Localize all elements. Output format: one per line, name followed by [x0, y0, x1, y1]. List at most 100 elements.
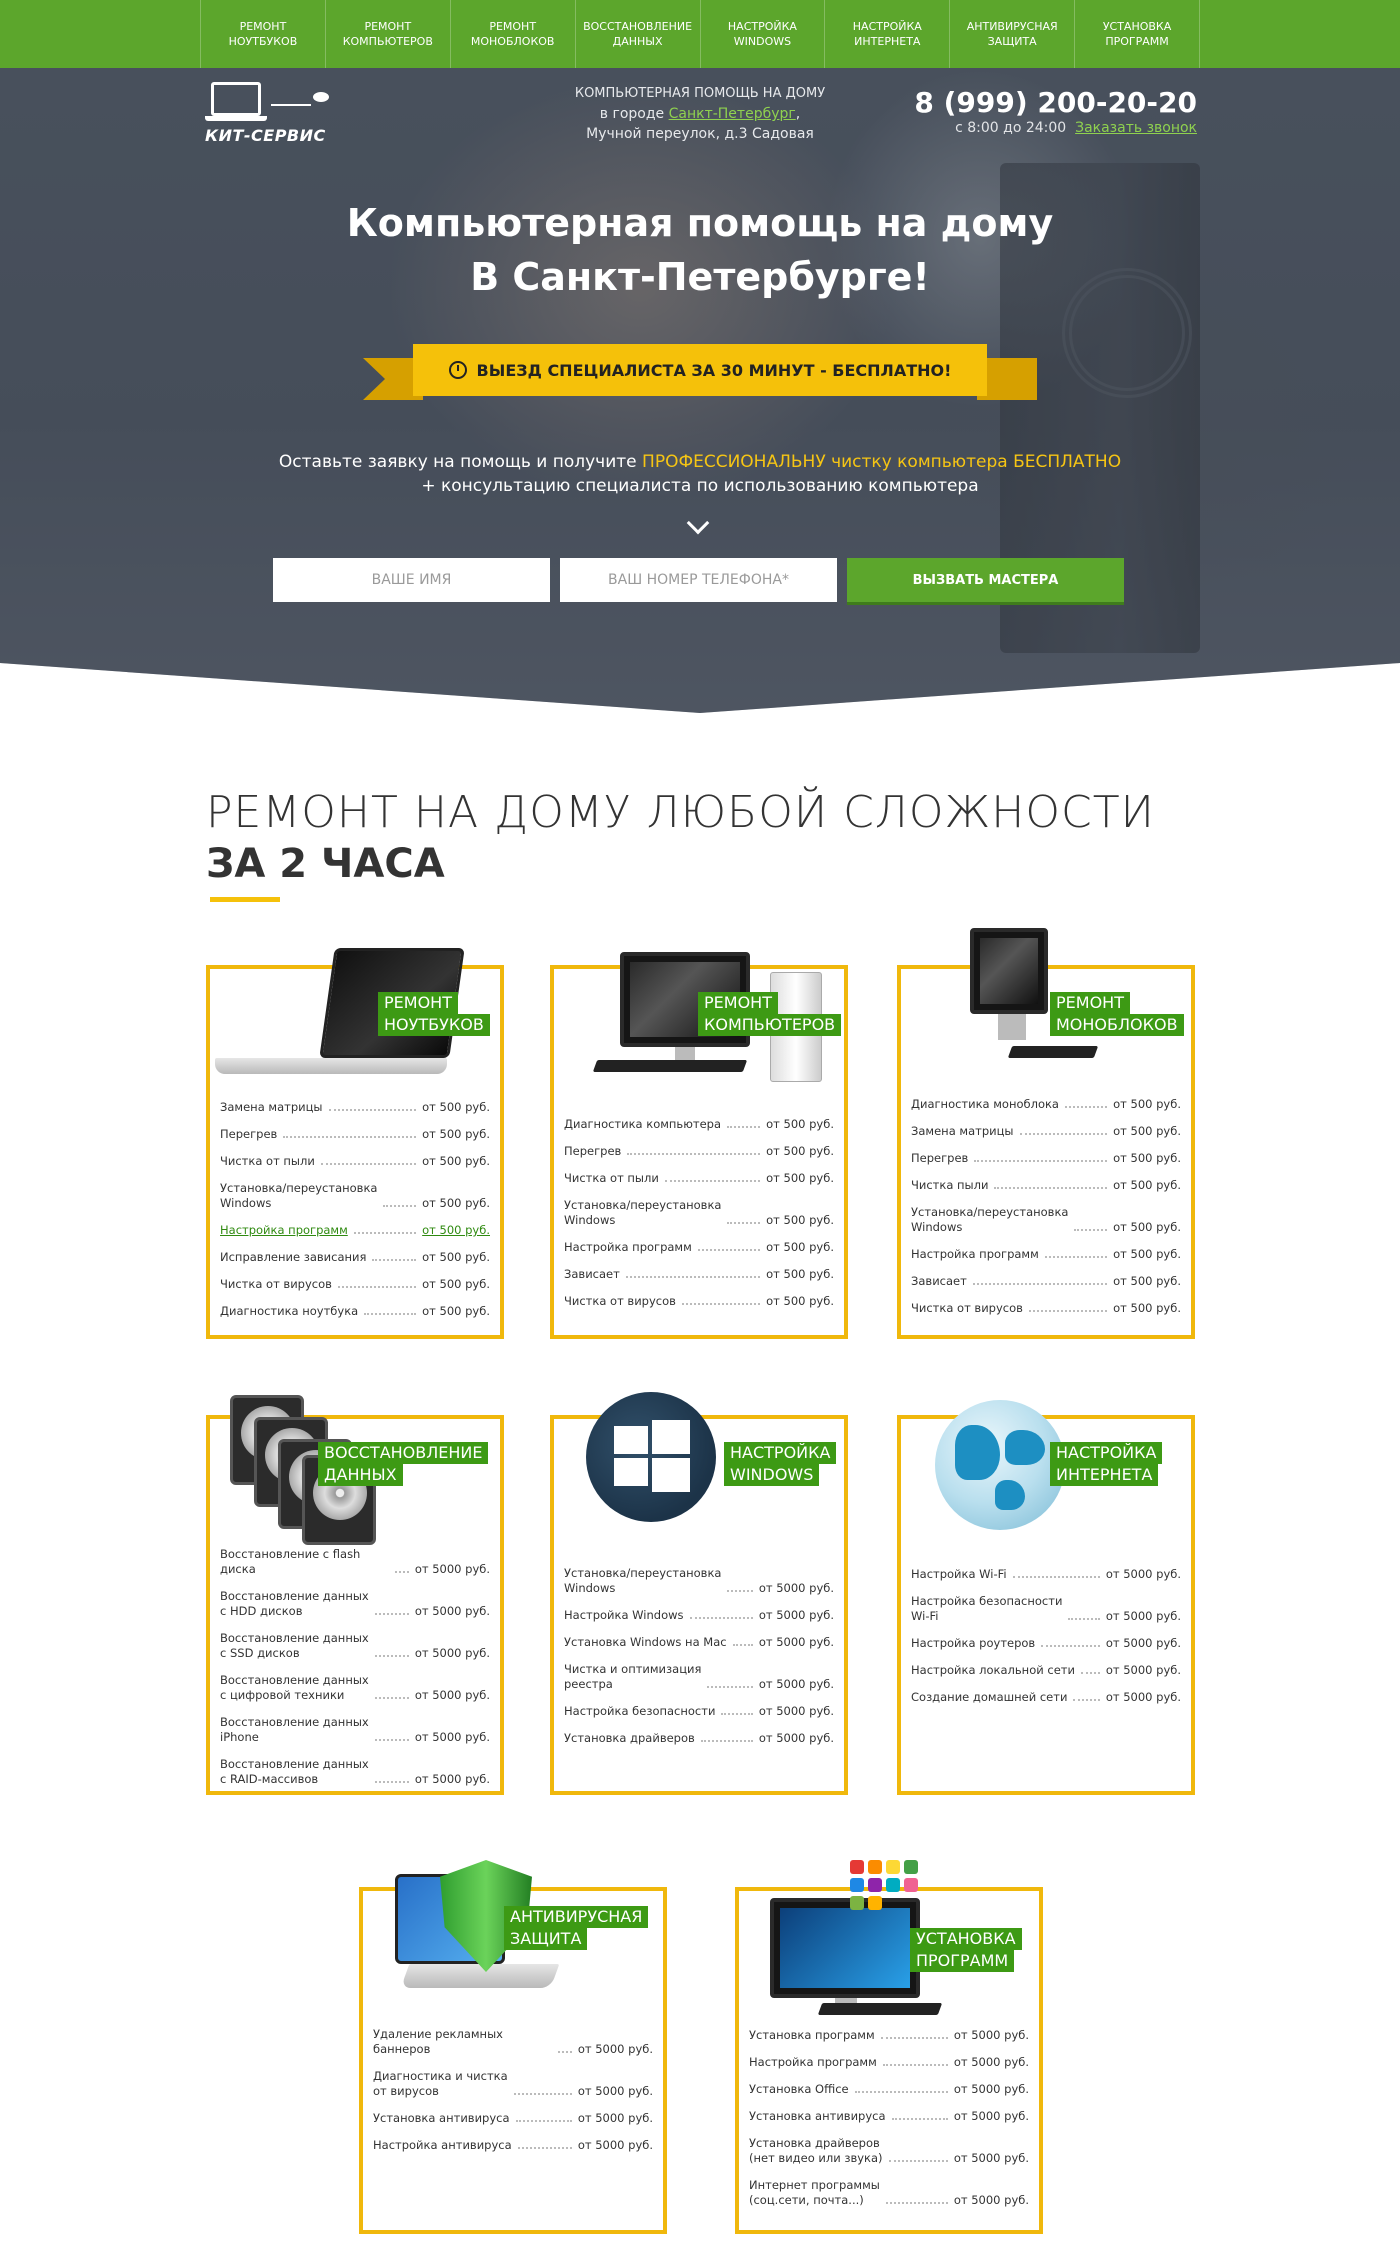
- price-row[interactable]: Зависает от 500 руб.: [911, 1274, 1181, 1289]
- card-tag-4[interactable]: НАСТРОЙКА WINDOWS: [724, 1442, 837, 1486]
- price-row[interactable]: Удаление рекламных баннеров от 5000 руб.: [373, 2027, 653, 2057]
- nav-item-2[interactable]: Ремонт моноблоков: [451, 0, 576, 68]
- card-tag-6[interactable]: АНТИВИРУСНАЯ ЗАЩИТА: [504, 1906, 649, 1950]
- dotted-leader: [515, 2120, 572, 2122]
- nav-item-7[interactable]: Установка программ: [1075, 0, 1200, 68]
- service-name: Исправление зависания: [220, 1250, 367, 1264]
- card-tag-line: АНТИВИРУСНАЯ: [504, 1906, 649, 1928]
- phone-number[interactable]: 8 (999) 200-20-20: [914, 86, 1197, 120]
- city-link[interactable]: Санкт-Петербург: [669, 106, 796, 122]
- price-row[interactable]: Чистка от вирусов от 500 руб.: [220, 1277, 490, 1292]
- phone-input[interactable]: [560, 558, 837, 602]
- card-tag-0[interactable]: РЕМОНТ НОУТБУКОВ: [378, 992, 490, 1036]
- price-row[interactable]: Настройка Wi-Fi от 5000 руб.: [911, 1567, 1181, 1582]
- price-row[interactable]: Замена матрицы от 500 руб.: [220, 1100, 490, 1115]
- callback-link[interactable]: Заказать звонок: [1075, 120, 1197, 136]
- card-tag-2[interactable]: РЕМОНТ МОНОБЛОКОВ: [1050, 992, 1184, 1036]
- dotted-leader: [1041, 1645, 1100, 1647]
- service-name: Диагностика ноутбука: [220, 1304, 359, 1318]
- price-row[interactable]: Диагностика моноблока от 500 руб.: [911, 1097, 1181, 1112]
- price-list-0: Замена матрицы от 500 руб. Перегрев от 500 …: [220, 1100, 490, 1331]
- dotted-leader: [1019, 1133, 1108, 1135]
- card-tag-text: МОНОБЛОКОВ: [1050, 1014, 1184, 1036]
- card-tag-1[interactable]: РЕМОНТ КОМПЬЮТЕРОВ: [698, 992, 842, 1036]
- card-tag-5[interactable]: НАСТРОЙКА ИНТЕРНЕТА: [1050, 1442, 1163, 1486]
- service-price: от 500 руб.: [422, 1223, 490, 1237]
- nav-item-3[interactable]: Восстановление данных: [576, 0, 701, 68]
- price-row[interactable]: Чистка от пыли от 500 руб.: [564, 1171, 834, 1186]
- price-row[interactable]: Настройка роутеров от 5000 руб.: [911, 1636, 1181, 1651]
- price-row[interactable]: Перегрев от 500 руб.: [564, 1144, 834, 1159]
- price-row[interactable]: Настройка локальной сети от 5000 руб.: [911, 1663, 1181, 1678]
- price-list-5: Настройка Wi-Fi от 5000 руб. Настройка без…: [911, 1567, 1181, 1717]
- price-row[interactable]: Установка/переустановка Windows от 500 ру…: [564, 1198, 834, 1228]
- price-row[interactable]: Зависает от 500 руб.: [564, 1267, 834, 1282]
- address-city-line: в городе Санкт-Петербург,: [540, 104, 860, 124]
- price-row[interactable]: Замена матрицы от 500 руб.: [911, 1124, 1181, 1139]
- nav-item-6[interactable]: Антивирусная защита: [950, 0, 1076, 68]
- call-master-button[interactable]: ВЫЗВАТЬ МАСТЕРА: [847, 558, 1124, 602]
- dotted-leader: [394, 1571, 409, 1573]
- price-row[interactable]: Диагностика и чистка от вирусов от 5000 р…: [373, 2069, 653, 2099]
- price-row[interactable]: Перегрев от 500 руб.: [911, 1151, 1181, 1166]
- card-tag-text: НАСТРОЙКА: [1050, 1442, 1163, 1464]
- name-input[interactable]: [273, 558, 550, 602]
- dotted-leader: [727, 1126, 761, 1128]
- price-row[interactable]: Установка драйверов (нет видео или звука…: [749, 2136, 1029, 2166]
- price-row[interactable]: Перегрев от 500 руб.: [220, 1127, 490, 1142]
- price-row[interactable]: Интернет программы (соц.сети, почта...) о…: [749, 2178, 1029, 2208]
- price-row[interactable]: Настройка программ от 500 руб.: [564, 1240, 834, 1255]
- price-row[interactable]: Восстановление данных iPhone от 5000 руб.: [220, 1715, 490, 1745]
- service-price: от 500 руб.: [1113, 1274, 1181, 1288]
- card-tag-3[interactable]: ВОССТАНОВЛЕНИЕ ДАННЫХ: [318, 1442, 489, 1486]
- service-name: Зависает: [911, 1274, 967, 1288]
- service-name: Установка антивируса: [373, 2111, 510, 2125]
- price-row[interactable]: Чистка пыли от 500 руб.: [911, 1178, 1181, 1193]
- price-row[interactable]: Исправление зависания от 500 руб.: [220, 1250, 490, 1265]
- price-row[interactable]: Чистка от вирусов от 500 руб.: [911, 1301, 1181, 1316]
- price-row[interactable]: Установка Office от 5000 руб.: [749, 2082, 1029, 2097]
- dotted-leader: [727, 1222, 761, 1224]
- price-row[interactable]: Диагностика компьютера от 500 руб.: [564, 1117, 834, 1132]
- service-name: Установка драйверов: [564, 1731, 695, 1745]
- price-row[interactable]: Чистка от вирусов от 500 руб.: [564, 1294, 834, 1309]
- price-row[interactable]: Создание домашней сети от 5000 руб.: [911, 1690, 1181, 1705]
- price-row[interactable]: Восстановление с flash диска от 5000 руб.: [220, 1547, 490, 1577]
- service-price: от 500 руб.: [766, 1117, 834, 1131]
- price-row[interactable]: Установка драйверов от 5000 руб.: [564, 1731, 834, 1746]
- price-row[interactable]: Установка Windows на Mac от 5000 руб.: [564, 1635, 834, 1650]
- price-row[interactable]: Настройка программ от 500 руб.: [911, 1247, 1181, 1262]
- dotted-leader: [627, 1153, 761, 1155]
- card-tag-7[interactable]: УСТАНОВКА ПРОГРАММ: [910, 1928, 1022, 1972]
- price-row[interactable]: Чистка от пыли от 500 руб.: [220, 1154, 490, 1169]
- nav-item-1[interactable]: Ремонт компьютеров: [326, 0, 451, 68]
- dotted-leader: [374, 1781, 409, 1783]
- price-row[interactable]: Настройка безопасности от 5000 руб.: [564, 1704, 834, 1719]
- price-row[interactable]: Настройка Windows от 5000 руб.: [564, 1608, 834, 1623]
- service-name: Настройка Windows: [564, 1608, 684, 1622]
- price-row[interactable]: Настройка программ от 500 руб.: [220, 1223, 490, 1238]
- price-row[interactable]: Восстановление данных с RAID-массивов от …: [220, 1757, 490, 1787]
- windows-pane-3: [614, 1458, 648, 1486]
- nav-item-4[interactable]: Настройка Windows: [701, 0, 826, 68]
- price-row[interactable]: Восстановление данных с SSD дисков от 500…: [220, 1631, 490, 1661]
- price-row[interactable]: Установка/переустановка Windows от 500 ру…: [220, 1181, 490, 1211]
- price-row[interactable]: Настройка безопасности Wi-Fi от 5000 руб.: [911, 1594, 1181, 1624]
- price-row[interactable]: Диагностика ноутбука от 500 руб.: [220, 1304, 490, 1319]
- price-row[interactable]: Настройка антивируса от 5000 руб.: [373, 2138, 653, 2153]
- price-row[interactable]: Чистка и оптимизация реестра от 5000 руб.: [564, 1662, 834, 1692]
- price-list-3: Восстановление с flash диска от 5000 руб.…: [220, 1547, 490, 1799]
- price-row[interactable]: Установка программ от 5000 руб.: [749, 2028, 1029, 2043]
- dotted-leader: [1064, 1106, 1108, 1108]
- price-row[interactable]: Настройка программ от 5000 руб.: [749, 2055, 1029, 2070]
- service-name: Удаление рекламных баннеров: [373, 2027, 503, 2056]
- price-row[interactable]: Восстановление данных с цифровой техники…: [220, 1673, 490, 1703]
- nav-item-5[interactable]: Настройка интернета: [825, 0, 951, 68]
- price-row[interactable]: Установка антивируса от 5000 руб.: [373, 2111, 653, 2126]
- logo[interactable]: КИТ-СЕРВИС: [205, 82, 335, 148]
- price-row[interactable]: Установка антивируса от 5000 руб.: [749, 2109, 1029, 2124]
- price-row[interactable]: Восстановление данных с HDD дисков от 500…: [220, 1589, 490, 1619]
- price-row[interactable]: Установка/переустановка Windows от 500 ру…: [911, 1205, 1181, 1235]
- nav-item-0[interactable]: Ремонт ноутбуков: [200, 0, 326, 68]
- price-row[interactable]: Установка/переустановка Windows от 5000 р…: [564, 1566, 834, 1596]
